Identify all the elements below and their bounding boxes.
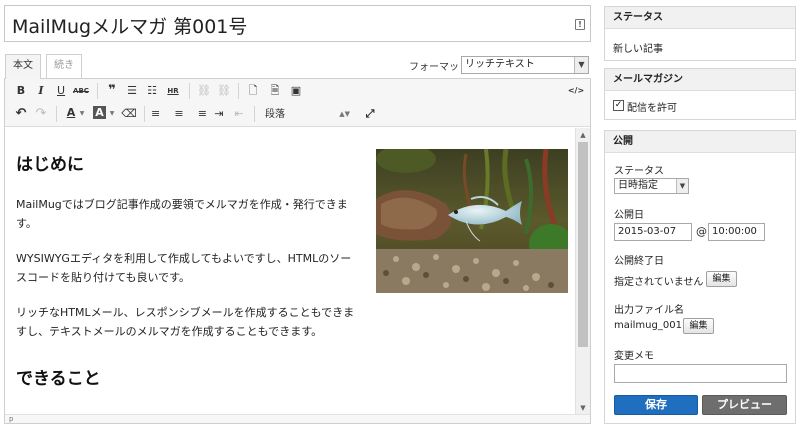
scroll-down-icon[interactable]: ▼	[576, 402, 590, 414]
toolbar-divider	[97, 83, 98, 99]
editor-content[interactable]: はじめに MailMugではブログ記事作成の要領でメルマガを作成・発行できます。…	[5, 128, 575, 415]
publish-date-value: 2015-03-07	[618, 226, 677, 237]
content-paragraph-2: WYSIWYGエディタを利用して作成してもよいですし、HTMLのソースコードを貼…	[16, 252, 352, 284]
output-filename-label: 出力ファイル名	[614, 305, 684, 316]
toolbar-divider	[238, 83, 239, 99]
content-heading-1: はじめに	[16, 155, 84, 175]
publish-time-value: 10:00:00	[712, 226, 757, 237]
toolbar-divider	[189, 83, 190, 99]
fullscreen-icon[interactable]: ⤢	[362, 106, 378, 122]
element-path: p	[9, 415, 14, 423]
bold-icon[interactable]: B	[13, 83, 29, 99]
edit-filename-button[interactable]: 編集	[683, 318, 714, 334]
publish-end-value: 指定されていません	[614, 277, 704, 288]
format-select-value: リッチテキスト	[465, 59, 535, 70]
change-memo-input[interactable]	[614, 364, 787, 383]
publish-box-title: 公開	[605, 131, 795, 153]
chevron-down-icon: ▼	[574, 57, 588, 73]
content-heading-2: できること	[16, 369, 101, 389]
publish-date-input[interactable]: 2015-03-07	[614, 223, 692, 241]
status-box-title: ステータス	[605, 7, 795, 29]
unlink-icon[interactable]: ⛓	[216, 83, 232, 99]
scrollbar-thumb[interactable]	[578, 142, 588, 347]
publish-date-label: 公開日	[614, 210, 644, 221]
toolbar-divider	[144, 106, 145, 122]
paragraph-format-select[interactable]: 段落 ▲▼	[262, 106, 352, 123]
content-paragraph-1: MailMugではブログ記事作成の要領でメルマガを作成・発行できます。	[16, 198, 348, 230]
change-memo-label: 変更メモ	[614, 351, 654, 362]
paragraph-format-value: 段落	[265, 109, 285, 120]
bulleted-list-icon[interactable]: ☰	[124, 83, 140, 99]
align-right-icon[interactable]: ≡	[191, 106, 207, 122]
toolbar-divider	[56, 106, 57, 122]
status-box: ステータス 新しい記事	[604, 6, 796, 61]
editor-scrollbar[interactable]: ▲ ▼	[575, 128, 590, 415]
allow-delivery-checkbox[interactable]: ✓	[613, 100, 624, 111]
fish-image-svg	[376, 149, 568, 293]
image-icon[interactable]: ▣	[288, 83, 304, 99]
blockquote-icon[interactable]: ❞	[104, 83, 120, 99]
publish-status-value: 日時指定	[618, 180, 658, 191]
editor-toolbar: B I U ABC ❞ ☰ ☷ HR ⛓ ⛓ 🗋 🗎 ▣ </> ↶ ↷ A ▼…	[5, 79, 590, 127]
content-image-fish[interactable]	[376, 149, 568, 293]
chevron-down-icon[interactable]: ▼	[108, 106, 116, 122]
align-left-icon[interactable]: ≡	[151, 106, 167, 122]
publish-status-select[interactable]: 日時指定 ▼	[614, 178, 689, 194]
file-icon[interactable]: 🗋	[245, 83, 261, 99]
redo-icon[interactable]: ↷	[33, 106, 49, 122]
link-icon[interactable]: ⛓	[196, 83, 212, 99]
rich-text-editor: B I U ABC ❞ ☰ ☷ HR ⛓ ⛓ 🗋 🗎 ▣ </> ↶ ↷ A ▼…	[4, 78, 591, 424]
mail-magazine-title: メールマガジン	[605, 69, 795, 91]
chevron-updown-icon: ▲▼	[339, 110, 350, 118]
content-paragraph-3: リッチなHTMLメール、レスポンシブメールを作成することもできますし、テキストメ…	[16, 306, 355, 338]
strikethrough-icon[interactable]: ABC	[71, 83, 91, 99]
title-status-icon: !	[575, 19, 585, 30]
post-title-input[interactable]: MailMugメルマガ 第001号 !	[4, 5, 591, 42]
publish-status-label: ステータス	[614, 166, 664, 177]
underline-icon[interactable]: U	[53, 83, 69, 99]
eraser-icon[interactable]: ⌫	[121, 106, 137, 122]
edit-end-date-button[interactable]: 編集	[706, 271, 737, 287]
scroll-up-icon[interactable]: ▲	[576, 129, 590, 141]
indent-icon[interactable]: ⇥	[211, 106, 227, 122]
insert-file-icon[interactable]: 🗎	[267, 83, 283, 99]
toolbar-divider	[254, 106, 255, 122]
mail-magazine-box: メールマガジン ✓ 配信を許可	[604, 68, 796, 120]
status-value: 新しい記事	[613, 44, 663, 55]
italic-icon[interactable]: I	[33, 83, 49, 99]
save-button[interactable]: 保存	[614, 395, 698, 415]
format-select[interactable]: リッチテキスト ▼	[461, 56, 589, 74]
tab-continued[interactable]: 続き	[46, 54, 82, 78]
undo-icon[interactable]: ↶	[13, 106, 29, 122]
publish-box: 公開 ステータス 日時指定 ▼ 公開日 2015-03-07 @ 10:00:0…	[604, 130, 796, 424]
text-color-icon[interactable]: A	[63, 105, 79, 121]
tab-body[interactable]: 本文	[5, 54, 41, 79]
editor-status-bar: p	[5, 414, 590, 423]
preview-button[interactable]: プレビュー	[702, 395, 787, 415]
allow-delivery-label: 配信を許可	[627, 103, 677, 114]
at-sign: @	[696, 225, 707, 238]
publish-end-label: 公開終了日	[614, 256, 664, 267]
chevron-down-icon: ▼	[676, 179, 688, 193]
publish-time-input[interactable]: 10:00:00	[708, 223, 765, 241]
background-color-icon[interactable]: A	[93, 106, 106, 119]
horizontal-rule-icon[interactable]: HR	[164, 83, 182, 99]
output-filename-value: mailmug_001	[614, 320, 682, 331]
outdent-icon[interactable]: ⇤	[231, 106, 247, 122]
align-center-icon[interactable]: ≡	[171, 106, 187, 122]
source-code-icon[interactable]: </>	[567, 83, 585, 99]
chevron-down-icon[interactable]: ▼	[78, 106, 86, 122]
numbered-list-icon[interactable]: ☷	[144, 83, 160, 99]
post-title-text: MailMugメルマガ 第001号	[12, 16, 248, 38]
